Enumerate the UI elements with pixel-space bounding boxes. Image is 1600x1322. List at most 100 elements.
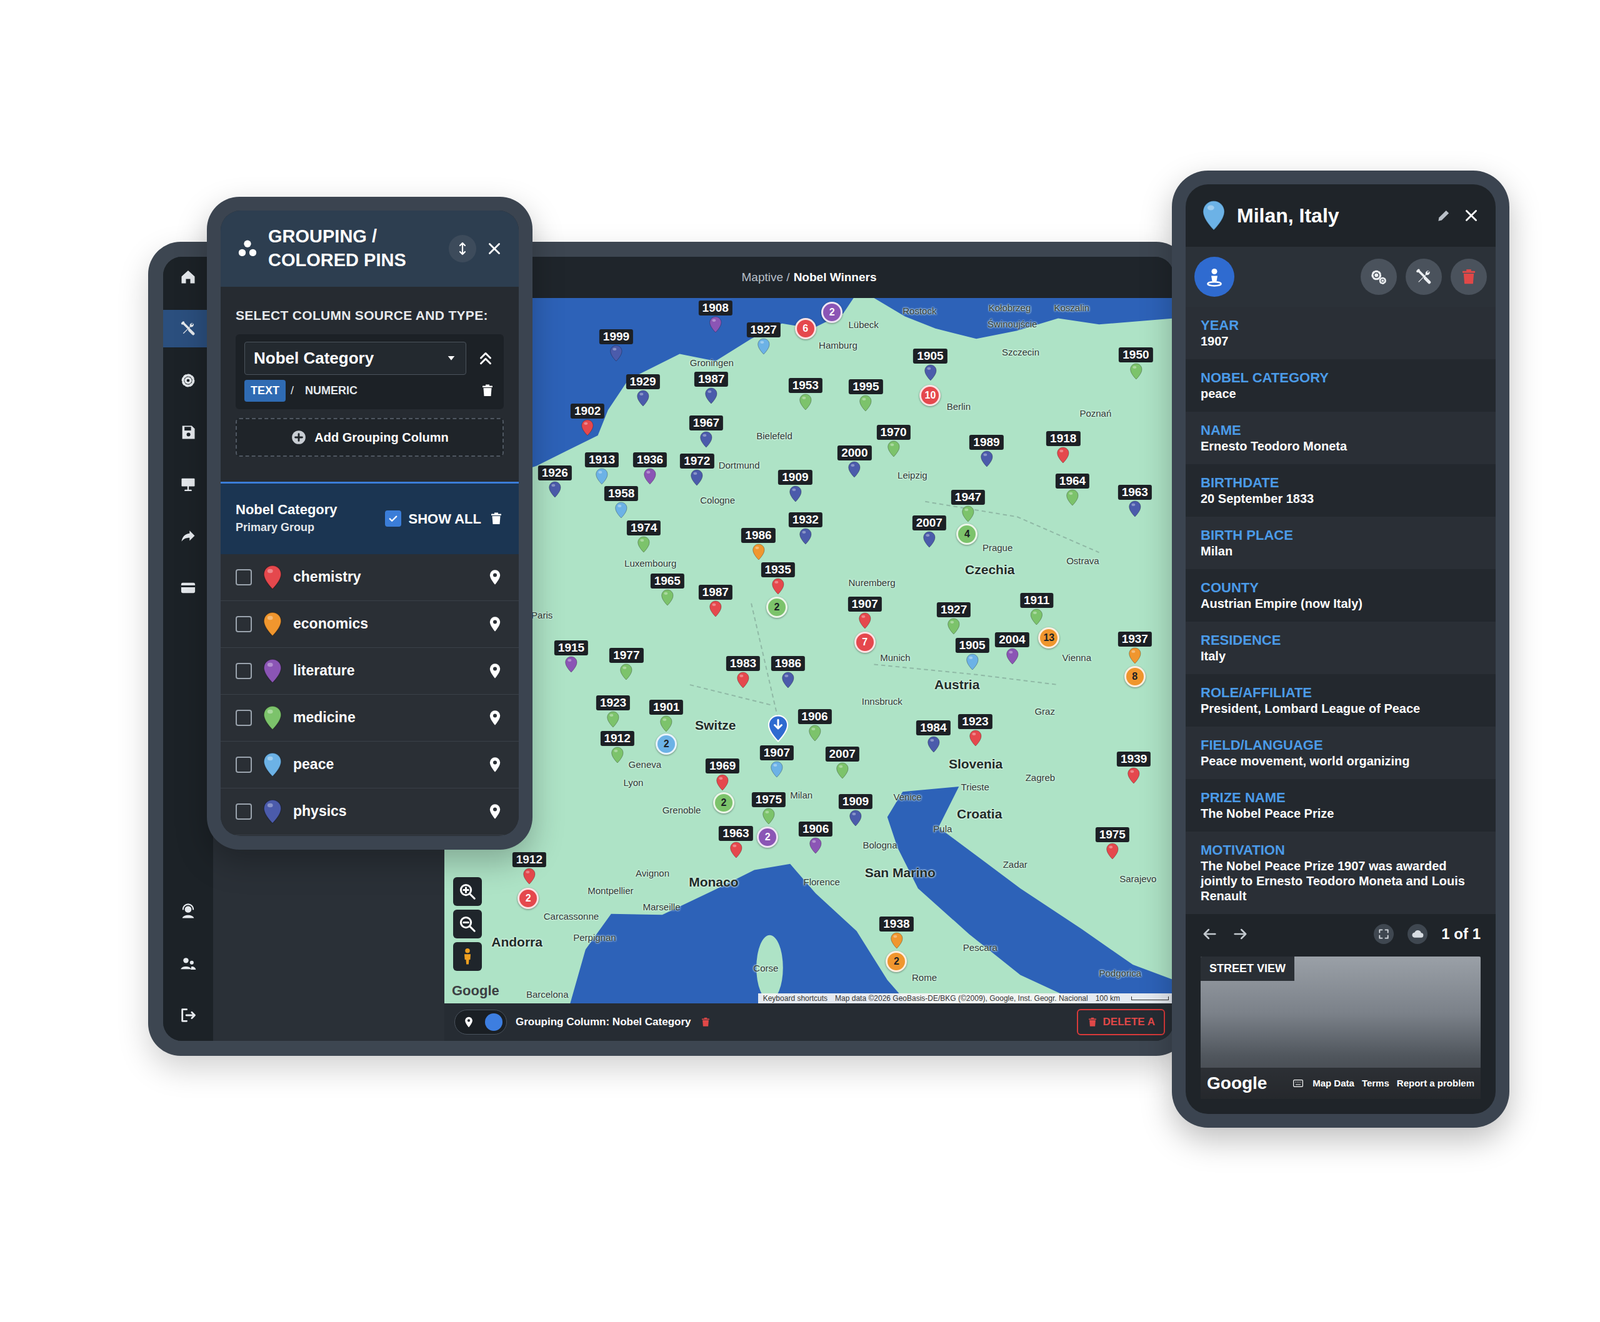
- pin-icon[interactable]: [788, 485, 802, 503]
- map-pin[interactable]: 1906: [798, 821, 833, 855]
- pin-icon[interactable]: [615, 501, 628, 519]
- map-pin[interactable]: 1912: [600, 731, 634, 764]
- pin-icon[interactable]: [1005, 648, 1019, 665]
- pin-icon[interactable]: [966, 653, 979, 671]
- pin-icon[interactable]: [781, 671, 795, 689]
- pin-icon[interactable]: [887, 440, 900, 458]
- arrow-right-icon[interactable]: [1231, 925, 1250, 944]
- pin-icon[interactable]: [751, 543, 765, 561]
- map-pin[interactable]: 1915: [554, 640, 589, 674]
- map-pin[interactable]: 1958: [604, 486, 639, 519]
- map-pin[interactable]: 1975: [1095, 827, 1130, 860]
- pin-icon[interactable]: [709, 600, 722, 618]
- pin-icon[interactable]: [770, 761, 784, 779]
- pin-icon[interactable]: [1128, 500, 1142, 518]
- pin-icon[interactable]: [716, 774, 729, 792]
- pin-icon[interactable]: [1106, 843, 1119, 860]
- street-view-link[interactable]: Report a problem: [1396, 1076, 1475, 1092]
- selected-pin-icon[interactable]: [767, 715, 789, 743]
- sidebar-item[interactable]: [163, 310, 214, 348]
- map-pin[interactable]: 1963: [1118, 485, 1152, 518]
- pin-cluster[interactable]: 2: [655, 733, 677, 755]
- pin-icon[interactable]: [643, 468, 657, 485]
- map-pin[interactable]: 1905: [955, 638, 989, 671]
- map[interactable]: RostockKołobrzegKoszalinŚwinoujścieSzcze…: [444, 298, 1174, 1004]
- pin-icon[interactable]: [961, 505, 975, 523]
- pin-icon[interactable]: [809, 837, 822, 855]
- pin-icon[interactable]: [849, 810, 862, 827]
- map-pin[interactable]: 2004: [995, 632, 1029, 665]
- map-pin[interactable]: 1987: [698, 585, 733, 618]
- pin-icon[interactable]: [486, 709, 504, 727]
- map-pin[interactable]: 1970: [876, 425, 910, 458]
- map-pin[interactable]: 1909: [838, 794, 873, 827]
- category-row[interactable]: physics: [220, 788, 519, 836]
- zoom-in-icon[interactable]: [458, 882, 477, 902]
- sidebar-item[interactable]: [163, 569, 214, 607]
- pin-icon[interactable]: [565, 656, 578, 674]
- pin-icon[interactable]: [762, 808, 775, 825]
- map-pin[interactable]: 1908: [698, 300, 733, 334]
- pencil-icon[interactable]: [1435, 207, 1452, 224]
- pin-icon[interactable]: [637, 536, 650, 554]
- pin-icon[interactable]: [486, 568, 504, 587]
- pin-icon[interactable]: [595, 468, 609, 485]
- pin-icon[interactable]: [968, 730, 982, 747]
- map-pin[interactable]: 1912: [512, 852, 547, 885]
- pin-icon[interactable]: [709, 316, 722, 334]
- map-pin[interactable]: 1969: [705, 758, 740, 792]
- category-row[interactable]: medicine: [220, 695, 519, 742]
- pin-cluster[interactable]: 8: [1124, 666, 1146, 688]
- pin-icon[interactable]: [736, 671, 750, 689]
- pin-icon[interactable]: [606, 711, 620, 729]
- map-pin[interactable]: 1923: [596, 695, 630, 729]
- pin-icon[interactable]: [486, 615, 504, 634]
- map-pin[interactable]: 1926: [538, 465, 572, 499]
- street-view-photo[interactable]: STREET VIEWGoogleMap DataTermsReport a p…: [1200, 956, 1481, 1100]
- pin-icon[interactable]: [799, 393, 812, 411]
- category-row[interactable]: economics: [220, 601, 519, 649]
- pin-icon[interactable]: [947, 618, 960, 635]
- expand-button[interactable]: [1373, 924, 1394, 945]
- category-row[interactable]: chemistry: [220, 554, 519, 602]
- map-pin[interactable]: 1935: [760, 562, 795, 595]
- breadcrumb-link[interactable]: Maptive /: [741, 268, 790, 287]
- map-pin[interactable]: 1937: [1118, 631, 1152, 665]
- type-option[interactable]: NUMERIC: [298, 380, 364, 402]
- show-all-checkbox[interactable]: [385, 510, 402, 527]
- pin-icon[interactable]: [1128, 647, 1142, 665]
- map-pin[interactable]: 1901: [649, 700, 684, 733]
- tools-button[interactable]: [1405, 258, 1442, 295]
- map-pin[interactable]: 1927: [936, 602, 971, 635]
- map-pin[interactable]: 1932: [788, 512, 823, 545]
- map-pin[interactable]: 2007: [825, 746, 860, 780]
- pin-icon[interactable]: [858, 612, 872, 630]
- map-pin[interactable]: 1905: [913, 348, 947, 382]
- pin-cluster[interactable]: 13: [1038, 627, 1060, 649]
- map-pin[interactable]: 2000: [837, 445, 872, 479]
- category-pin-icon[interactable]: [263, 611, 282, 637]
- pin-cluster[interactable]: 2: [766, 596, 788, 619]
- pin-icon[interactable]: [799, 528, 812, 545]
- map-pin[interactable]: 1963: [718, 826, 753, 859]
- collapse-icon[interactable]: [455, 241, 470, 257]
- pin-icon[interactable]: [836, 762, 849, 780]
- type-option[interactable]: TEXT: [244, 380, 286, 402]
- pin-icon[interactable]: [1056, 446, 1070, 464]
- map-pin[interactable]: 1967: [689, 415, 724, 449]
- map-pin[interactable]: 1986: [771, 656, 805, 689]
- keyboard-icon[interactable]: [1291, 1078, 1305, 1089]
- map-pin[interactable]: 1986: [741, 528, 775, 561]
- map-pin[interactable]: 1989: [969, 435, 1004, 468]
- category-pin-icon[interactable]: [263, 705, 282, 731]
- pin-icon[interactable]: [1030, 608, 1044, 626]
- pin-icon[interactable]: [771, 578, 785, 595]
- settings-button[interactable]: [1360, 258, 1397, 295]
- pin-icon[interactable]: [700, 431, 713, 449]
- map-pin[interactable]: 1939: [1116, 751, 1151, 785]
- pin-icon[interactable]: [848, 461, 861, 479]
- category-checkbox[interactable]: [235, 569, 252, 586]
- map-pin[interactable]: 1983: [726, 656, 760, 689]
- pegman-icon[interactable]: [458, 947, 477, 967]
- category-pin-icon[interactable]: [263, 752, 282, 778]
